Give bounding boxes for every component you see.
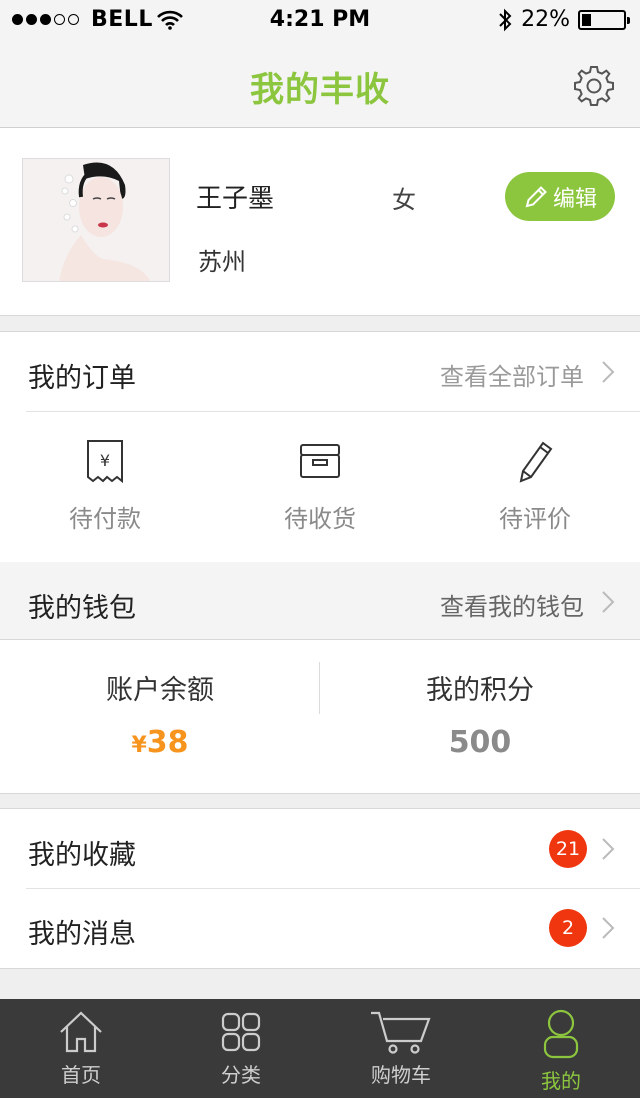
chevron-right-icon	[602, 838, 615, 860]
order-status-label: 待收货	[284, 505, 356, 533]
chevron-right-icon	[602, 917, 615, 939]
tab-mine[interactable]: 我的	[481, 1009, 640, 1094]
tab-categories[interactable]: 分类	[161, 1009, 321, 1088]
order-status-pending-payment[interactable]: ¥ 待付款	[5, 439, 205, 534]
receipt-yen-icon: ¥	[87, 440, 123, 484]
wallet-summary: 账户余额 ¥38 我的积分 500	[0, 640, 640, 794]
account-balance[interactable]: 账户余额 ¥38	[0, 668, 320, 760]
cart-icon	[371, 1011, 431, 1054]
personal-list: 我的收藏 21 我的消息 2	[0, 808, 640, 969]
order-status-label: 待评价	[499, 505, 571, 533]
tab-bar: 首页 分类 购物车 我的	[0, 999, 640, 1098]
orders-status-grid: ¥ 待付款 待收货 待评价	[0, 411, 640, 561]
order-status-label: 待付款	[69, 505, 141, 533]
pencil-icon	[519, 441, 553, 483]
messages-count-badge: 2	[549, 909, 587, 947]
status-bar: BELL 4:21 PM 22%	[0, 0, 640, 40]
tab-label: 购物车	[371, 1063, 431, 1087]
page-title: 我的丰收	[250, 70, 390, 110]
grid-icon	[221, 1012, 261, 1052]
favorites-label: 我的收藏	[28, 840, 136, 871]
tab-label: 分类	[221, 1063, 261, 1087]
orders-section: 我的订单 查看全部订单 ¥ 待付款 待收货 待评价	[0, 331, 640, 563]
view-wallet-link[interactable]: 查看我的钱包	[440, 587, 584, 622]
tab-label: 我的	[541, 1069, 581, 1093]
tab-home[interactable]: 首页	[1, 1009, 161, 1088]
favorites-count-badge: 21	[549, 830, 587, 868]
user-icon	[543, 1009, 579, 1059]
currency-symbol: ¥	[131, 733, 147, 758]
profile-city: 苏州	[198, 248, 246, 276]
balance-label: 账户余额	[106, 675, 214, 706]
svg-text:¥: ¥	[100, 451, 110, 470]
edit-profile-button[interactable]: 编辑	[505, 172, 615, 221]
bluetooth-icon	[499, 8, 512, 31]
chevron-right-icon	[602, 361, 615, 383]
wallet-header-row[interactable]: 我的钱包 查看我的钱包	[0, 562, 640, 640]
box-icon	[300, 444, 340, 478]
orders-header-row[interactable]: 我的订单 查看全部订单	[0, 332, 640, 411]
balance-value: 38	[146, 725, 189, 760]
favorites-row[interactable]: 我的收藏 21	[0, 809, 640, 888]
points-value: 500	[448, 725, 512, 760]
nav-bar: 我的丰收	[0, 40, 640, 128]
battery-icon	[578, 9, 630, 30]
chevron-right-icon	[602, 591, 615, 613]
messages-label: 我的消息	[28, 919, 136, 950]
points-label: 我的积分	[426, 675, 534, 706]
battery-percent: 22%	[521, 7, 570, 32]
profile-gender: 女	[392, 186, 416, 214]
tab-cart[interactable]: 购物车	[321, 1009, 481, 1088]
profile-name: 王子墨	[196, 184, 275, 214]
order-status-pending-receipt[interactable]: 待收货	[220, 439, 420, 534]
order-status-pending-review[interactable]: 待评价	[435, 439, 635, 534]
pencil-icon	[525, 185, 547, 207]
edit-label: 编辑	[552, 186, 597, 212]
home-icon	[60, 1011, 102, 1053]
wallet-title: 我的钱包	[28, 593, 136, 624]
profile-card: 王子墨 女 苏州 编辑	[0, 128, 640, 316]
status-right: 22%	[497, 7, 630, 32]
view-all-orders-link[interactable]: 查看全部订单	[440, 357, 584, 392]
avatar[interactable]	[22, 158, 170, 282]
tab-label: 首页	[61, 1063, 101, 1087]
messages-row[interactable]: 我的消息 2	[0, 888, 640, 967]
my-points[interactable]: 我的积分 500	[320, 668, 640, 760]
orders-title: 我的订单	[28, 363, 136, 394]
gear-icon[interactable]	[572, 64, 616, 108]
